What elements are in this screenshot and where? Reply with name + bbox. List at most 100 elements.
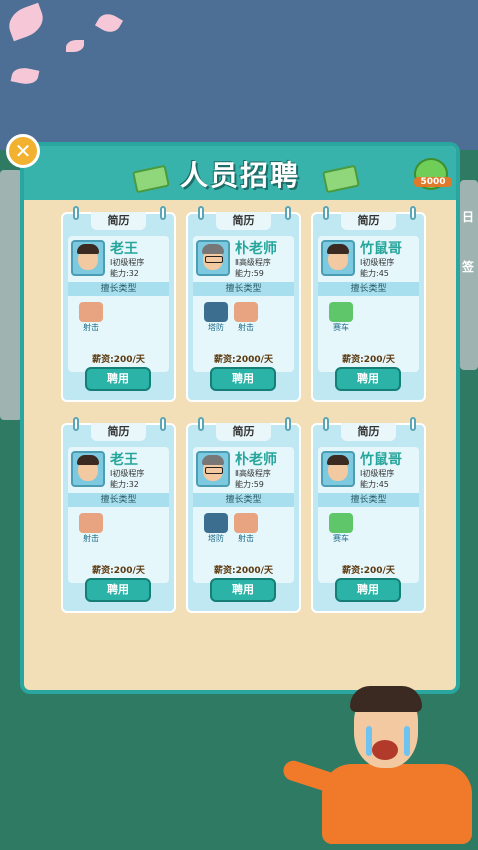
skill-label: 赛车 xyxy=(333,323,349,332)
mascot-tear xyxy=(404,726,410,756)
binder-ring xyxy=(285,417,291,431)
glasses-icon xyxy=(205,467,223,474)
skill-label: 射击 xyxy=(83,534,99,543)
skill-label: 射击 xyxy=(238,323,254,332)
resume-tab: 简历 xyxy=(216,423,271,441)
recruit-panel: 人员招聘 5000 简历 老王 Ⅰ初级程序 能力:32 擅长类型 射击 薪资:2… xyxy=(20,142,460,694)
skill-item: 赛车 xyxy=(326,513,356,544)
candidate-card: 简历 老王 Ⅰ初级程序 能力:32 擅长类型 射击 薪资:200/天 聘用 xyxy=(61,417,176,613)
resume-tab: 简历 xyxy=(341,423,396,441)
candidate-salary: 薪资:2000/天 xyxy=(214,355,273,365)
skill-label: 射击 xyxy=(238,534,254,543)
candidate-level: Ⅱ高级程序 xyxy=(235,258,271,267)
binder-ring xyxy=(410,417,416,431)
gun-icon xyxy=(79,513,103,533)
glasses-icon xyxy=(205,256,223,263)
candidate-salary: 薪资:200/天 xyxy=(92,566,145,576)
background-side-text: 签 xyxy=(462,260,475,274)
candidate-salary: 薪资:200/天 xyxy=(92,355,145,365)
candidate-ability: 能力:45 xyxy=(360,480,389,489)
mascot-mouth xyxy=(372,740,398,760)
background-side-text: 日 xyxy=(462,210,475,224)
avatar-hair xyxy=(77,455,99,465)
hire-button[interactable]: 聘用 xyxy=(335,578,401,602)
skill-item: 射击 xyxy=(231,302,261,333)
skill-label: 塔防 xyxy=(208,534,224,543)
candidate-name: 老王 xyxy=(110,452,138,468)
binder-ring xyxy=(323,206,329,220)
binder-ring xyxy=(160,206,166,220)
candidate-salary: 薪资:200/天 xyxy=(342,355,395,365)
candidate-name: 朴老师 xyxy=(235,241,277,257)
skills-header: 擅长类型 xyxy=(68,282,169,296)
mascot-tear xyxy=(366,726,372,756)
binder-ring xyxy=(198,206,204,220)
binder-ring xyxy=(73,206,79,220)
tower-icon xyxy=(204,513,228,533)
binder-ring xyxy=(410,206,416,220)
avatar-hair xyxy=(77,244,99,254)
candidate-card: 简历 竹鼠哥 Ⅰ初级程序 能力:45 擅长类型 赛车 薪资:200/天 聘用 xyxy=(311,417,426,613)
skill-label: 塔防 xyxy=(208,323,224,332)
skills-header: 擅长类型 xyxy=(318,282,419,296)
background-building xyxy=(0,170,22,420)
gun-icon xyxy=(79,302,103,322)
racing-helmet-icon xyxy=(329,302,353,322)
candidate-level: Ⅰ初级程序 xyxy=(360,469,395,478)
hire-button[interactable]: 聘用 xyxy=(335,367,401,391)
hire-button[interactable]: 聘用 xyxy=(210,367,276,391)
candidate-ability: 能力:45 xyxy=(360,269,389,278)
avatar xyxy=(321,240,355,276)
candidate-level: Ⅱ高级程序 xyxy=(235,469,271,478)
crying-mascot xyxy=(280,686,478,850)
skills-header: 擅长类型 xyxy=(193,282,294,296)
candidate-ability: 能力:32 xyxy=(110,269,139,278)
binder-ring xyxy=(285,206,291,220)
avatar-hair xyxy=(327,455,349,465)
candidate-level: Ⅰ初级程序 xyxy=(110,258,145,267)
avatar xyxy=(196,451,230,487)
racing-helmet-icon xyxy=(329,513,353,533)
binder-ring xyxy=(73,417,79,431)
candidate-name: 竹鼠哥 xyxy=(360,241,402,257)
binder-ring xyxy=(323,417,329,431)
hire-button[interactable]: 聘用 xyxy=(210,578,276,602)
skill-label: 赛车 xyxy=(333,534,349,543)
candidate-name: 竹鼠哥 xyxy=(360,452,402,468)
skill-item: 赛车 xyxy=(326,302,356,333)
skills-header: 擅长类型 xyxy=(68,493,169,507)
skills-header: 擅长类型 xyxy=(193,493,294,507)
skill-item: 射击 xyxy=(76,302,106,333)
candidate-ability: 能力:59 xyxy=(235,269,264,278)
close-button[interactable]: ✕ xyxy=(6,134,40,168)
skills-header: 擅长类型 xyxy=(318,493,419,507)
skill-item: 塔防 xyxy=(201,302,231,333)
avatar-hair xyxy=(202,244,224,254)
binder-ring xyxy=(198,417,204,431)
candidate-level: Ⅰ初级程序 xyxy=(110,469,145,478)
gun-icon xyxy=(234,302,258,322)
avatar-hair xyxy=(202,455,224,465)
binder-ring xyxy=(160,417,166,431)
tower-icon xyxy=(204,302,228,322)
mascot-hair xyxy=(350,686,422,712)
avatar xyxy=(196,240,230,276)
avatar-hair xyxy=(327,244,349,254)
candidate-card: 简历 竹鼠哥 Ⅰ初级程序 能力:45 擅长类型 赛车 薪资:200/天 聘用 xyxy=(311,206,426,402)
candidate-name: 朴老师 xyxy=(235,452,277,468)
avatar xyxy=(71,240,105,276)
sky-background xyxy=(0,0,478,150)
hire-button[interactable]: 聘用 xyxy=(85,367,151,391)
skill-label: 射击 xyxy=(83,323,99,332)
skill-item: 射击 xyxy=(76,513,106,544)
panel-title: 人员招聘 xyxy=(179,159,300,192)
resume-tab: 简历 xyxy=(341,212,396,230)
resume-tab: 简历 xyxy=(216,212,271,230)
candidate-card: 简历 朴老师 Ⅱ高级程序 能力:59 擅长类型 塔防 射击 薪资:2000/天 … xyxy=(186,206,301,402)
candidate-salary: 薪资:200/天 xyxy=(342,566,395,576)
gun-icon xyxy=(234,513,258,533)
hire-button[interactable]: 聘用 xyxy=(85,578,151,602)
refresh-button[interactable]: 5000 xyxy=(414,158,452,190)
refresh-cost: 5000 xyxy=(414,177,452,187)
avatar xyxy=(321,451,355,487)
